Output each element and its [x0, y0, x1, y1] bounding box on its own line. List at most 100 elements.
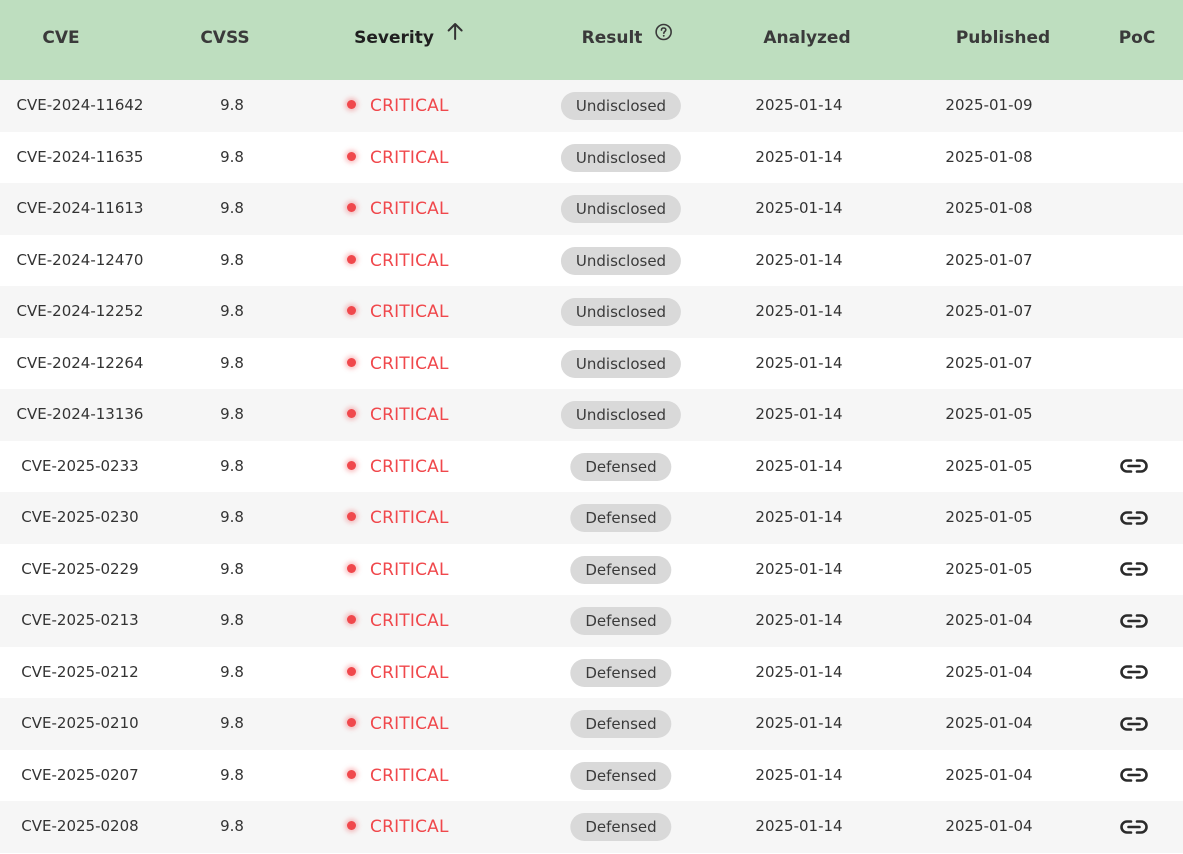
table-body: CVE-2024-11642 9.8 CRITICAL Undisclosed 2025… — [0, 80, 1183, 853]
severity-label: CRITICAL — [370, 611, 449, 631]
poc-link-icon[interactable] — [1118, 750, 1150, 802]
table-row[interactable]: CVE-2025-0229 9.8 CRITICAL Defensed 2025-01-… — [0, 543, 1183, 596]
table-row[interactable]: CVE-2025-0212 9.8 CRITICAL Defensed 2025-01-… — [0, 646, 1183, 699]
column-header-analyzed[interactable]: Analyzed — [763, 0, 850, 80]
cve-id-cell[interactable]: CVE-2025-0210 — [21, 698, 138, 750]
column-header-label: Published — [955, 28, 1051, 48]
cve-id-cell[interactable]: CVE-2024-13136 — [17, 389, 144, 441]
table-row[interactable]: CVE-2025-0213 9.8 CRITICAL Defensed 2025-01-… — [0, 595, 1183, 647]
table-row[interactable]: CVE-2025-0210 9.8 CRITICAL Defensed 2025-01-… — [0, 698, 1183, 750]
cve-id-cell[interactable]: CVE-2024-11642 — [17, 80, 144, 132]
arrow-up-icon — [446, 0, 464, 75]
table-row[interactable]: CVE-2024-13136 9.8 CRITICAL Undisclosed 2025… — [0, 389, 1183, 441]
table-row[interactable]: CVE-2025-0230 9.8 CRITICAL Defensed 2025-01-… — [0, 492, 1183, 544]
result-badge: Defensed — [570, 452, 672, 481]
published-date-cell: 2025-01-08 — [945, 199, 1033, 217]
cvss-score-cell: 9.8 — [220, 559, 244, 578]
cvss-score-cell: 9.8 — [220, 714, 244, 732]
severity-cell: CRITICAL — [347, 286, 449, 338]
cve-id-cell[interactable]: CVE-2025-0229 — [21, 544, 138, 596]
poc-link-icon[interactable] — [1118, 544, 1150, 596]
severity-label: CRITICAL — [370, 508, 449, 528]
table-row[interactable]: CVE-2024-12264 9.8 CRITICAL Undisclosed 2025… — [0, 337, 1183, 390]
table-row[interactable]: CVE-2024-11635 9.8 CRITICAL Undisclosed 2025… — [0, 131, 1183, 184]
cve-id-cell[interactable]: CVE-2024-11613 — [17, 183, 144, 235]
severity-cell: CRITICAL — [347, 544, 449, 596]
published-date-cell: 2025-01-08 — [945, 147, 1033, 166]
table-row[interactable]: CVE-2024-11642 9.8 CRITICAL Undisclosed 2025… — [0, 80, 1183, 132]
poc-link-icon[interactable] — [1118, 698, 1150, 750]
column-header-label: Result — [581, 28, 643, 48]
published-date-cell: 2025-01-07 — [945, 302, 1033, 320]
result-badge: Defensed — [570, 710, 672, 738]
table-row[interactable]: CVE-2025-0233 9.8 CRITICAL Defensed 2025-01-… — [0, 440, 1183, 493]
poc-link-icon[interactable] — [1118, 492, 1150, 544]
result-badge: Defensed — [570, 607, 672, 635]
question-circle-icon[interactable] — [654, 0, 672, 75]
severity-cell: CRITICAL — [347, 595, 449, 647]
analyzed-date-cell: 2025-01-14 — [755, 405, 843, 423]
column-header-result[interactable]: Result — [582, 0, 673, 80]
published-date-cell: 2025-01-05 — [945, 508, 1033, 526]
result-badge: Undisclosed — [560, 92, 682, 120]
severity-label: CRITICAL — [370, 817, 449, 837]
analyzed-date-cell: 2025-01-14 — [755, 96, 843, 114]
cve-id-cell[interactable]: CVE-2025-0208 — [21, 801, 138, 853]
severity-cell: CRITICAL — [347, 80, 449, 132]
severity-dot-icon — [347, 769, 356, 779]
published-date-cell: 2025-01-05 — [945, 559, 1033, 578]
published-date-cell: 2025-01-04 — [945, 765, 1033, 784]
severity-dot-icon — [347, 563, 356, 573]
severity-dot-icon — [347, 821, 356, 830]
severity-cell: CRITICAL — [347, 750, 449, 802]
severity-label: CRITICAL — [370, 96, 449, 116]
cvss-score-cell: 9.8 — [220, 199, 244, 217]
published-date-cell: 2025-01-07 — [945, 353, 1033, 372]
table-row[interactable]: CVE-2025-0208 9.8 CRITICAL Defensed 2025-01-… — [0, 801, 1183, 853]
cvss-score-cell: 9.8 — [220, 662, 244, 681]
column-header-cve[interactable]: CVE — [42, 0, 79, 80]
cvss-score-cell: 9.8 — [220, 96, 244, 114]
severity-label: CRITICAL — [370, 714, 449, 734]
severity-label: CRITICAL — [370, 199, 449, 219]
cve-id-cell[interactable]: CVE-2025-0207 — [21, 750, 138, 802]
cvss-score-cell: 9.8 — [220, 353, 244, 372]
cve-id-cell[interactable]: CVE-2024-12264 — [17, 338, 144, 390]
cvss-score-cell: 9.8 — [220, 302, 244, 320]
analyzed-date-cell: 2025-01-14 — [755, 250, 843, 269]
published-date-cell: 2025-01-04 — [945, 714, 1033, 732]
cve-id-cell[interactable]: CVE-2025-0230 — [21, 492, 138, 544]
table-row[interactable]: CVE-2024-12470 9.8 CRITICAL Undisclosed 2025… — [0, 234, 1183, 287]
column-header-severity[interactable]: Severity — [354, 0, 464, 80]
published-date-cell: 2025-01-07 — [945, 250, 1033, 269]
cve-id-cell[interactable]: CVE-2025-0233 — [21, 441, 138, 493]
table-row[interactable]: CVE-2025-0207 9.8 CRITICAL Defensed 2025-01-… — [0, 749, 1183, 802]
severity-label: CRITICAL — [370, 456, 449, 477]
table-row[interactable]: CVE-2024-12252 9.8 CRITICAL Undisclosed 2025… — [0, 286, 1183, 338]
analyzed-date-cell: 2025-01-14 — [755, 817, 843, 835]
column-header-label: Analyzed — [763, 28, 851, 48]
poc-link-icon[interactable] — [1118, 647, 1150, 699]
cvss-score-cell: 9.8 — [220, 508, 244, 526]
cve-id-cell[interactable]: CVE-2024-11635 — [17, 132, 144, 184]
cve-id-cell[interactable]: CVE-2024-12252 — [17, 286, 144, 338]
analyzed-date-cell: 2025-01-14 — [755, 765, 843, 784]
poc-link-icon[interactable] — [1118, 441, 1150, 493]
severity-dot-icon — [347, 512, 356, 521]
column-header-cvss[interactable]: CVSS — [200, 0, 249, 80]
severity-dot-icon — [347, 100, 356, 109]
result-badge: Defensed — [570, 761, 672, 790]
severity-cell: CRITICAL — [347, 441, 449, 493]
poc-link-icon[interactable] — [1118, 801, 1150, 853]
severity-dot-icon — [347, 151, 356, 161]
poc-link-icon[interactable] — [1118, 595, 1150, 647]
cve-id-cell[interactable]: CVE-2025-0213 — [21, 595, 138, 647]
table-row[interactable]: CVE-2024-11613 9.8 CRITICAL Undisclosed 2025… — [0, 183, 1183, 235]
published-date-cell: 2025-01-04 — [945, 611, 1033, 629]
column-header-poc[interactable]: PoC — [1119, 0, 1156, 80]
cvss-score-cell: 9.8 — [220, 817, 244, 835]
published-date-cell: 2025-01-05 — [945, 456, 1033, 475]
cve-id-cell[interactable]: CVE-2024-12470 — [17, 235, 144, 287]
column-header-published[interactable]: Published — [956, 0, 1050, 80]
cve-id-cell[interactable]: CVE-2025-0212 — [21, 647, 138, 699]
